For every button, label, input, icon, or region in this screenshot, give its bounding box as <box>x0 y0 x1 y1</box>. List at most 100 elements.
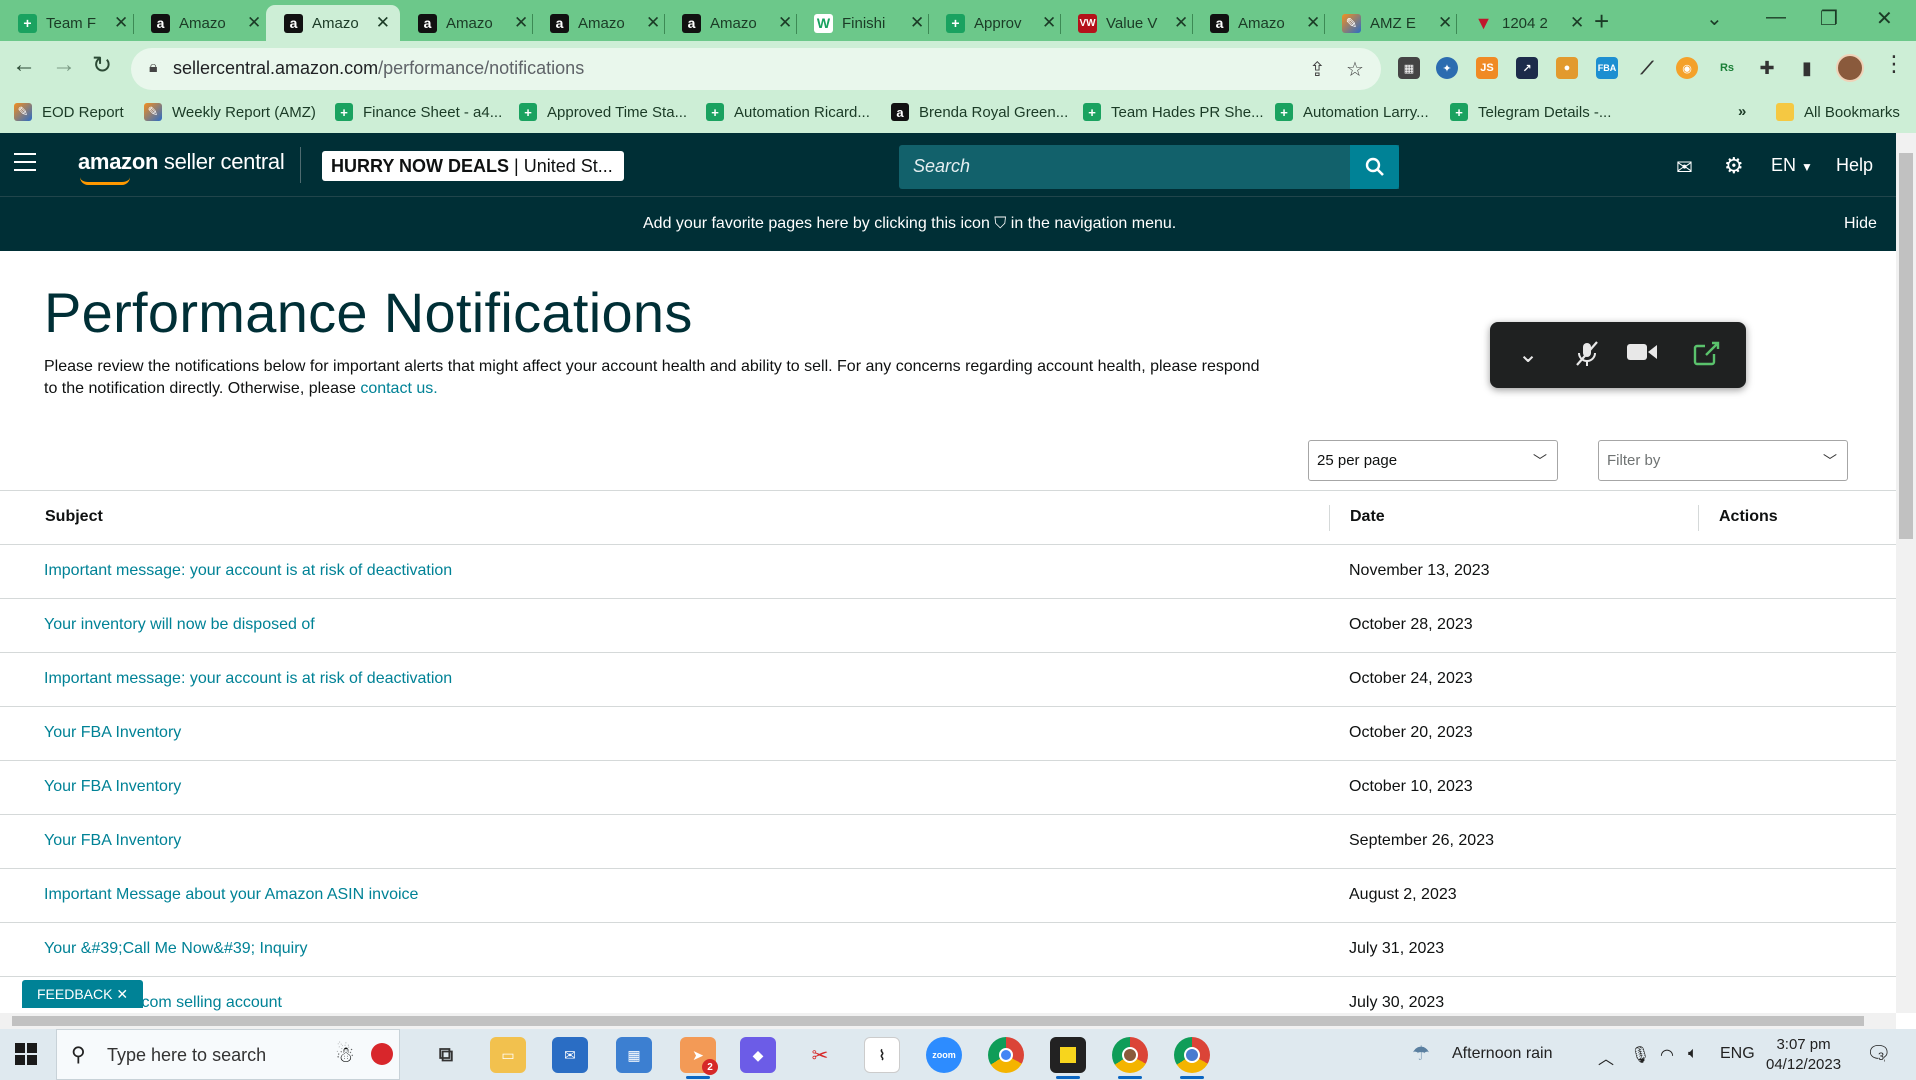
taskbar-search-box[interactable]: ⚲ Type here to search ☃ <box>56 1029 400 1080</box>
activity-app-icon[interactable]: ⌇ <box>864 1037 900 1073</box>
microphone-icon[interactable]: 🎙︎ <box>1630 1045 1650 1065</box>
input-language[interactable]: ENG <box>1720 1045 1755 1063</box>
reload-button[interactable]: ↻ <box>92 51 112 80</box>
rs-extension-icon[interactable]: Rs <box>1716 57 1738 79</box>
vertical-scrollbar[interactable] <box>1896 133 1916 1013</box>
mail-icon[interactable]: ✉ <box>1676 155 1693 180</box>
qr-extension-icon[interactable]: ▦ <box>1398 57 1420 79</box>
collapse-chevron-icon[interactable]: ⌄ <box>1518 340 1538 369</box>
extension-icon[interactable]: ✦ <box>1436 57 1458 79</box>
sticky-notes-icon[interactable] <box>1050 1037 1086 1079</box>
bookmark-item[interactable]: + Approved Time Sta... <box>519 103 687 121</box>
tray-overflow-chevron-icon[interactable]: ︿ <box>1598 1045 1614 1069</box>
close-icon[interactable]: ✕ <box>514 13 528 33</box>
seller-central-logo[interactable]: amazon seller central <box>78 149 285 175</box>
browser-tab[interactable]: + Approv ✕ <box>928 5 1066 41</box>
settings-gear-icon[interactable]: ⚙ <box>1724 153 1744 179</box>
help-link[interactable]: Help <box>1836 155 1873 176</box>
chart-extension-icon[interactable]: ↗ <box>1516 57 1538 79</box>
per-page-select[interactable]: 25 per page ﹀ <box>1308 440 1558 481</box>
search-input[interactable]: Search <box>899 145 1399 189</box>
extension-icon[interactable]: ⟋ <box>1636 57 1658 79</box>
task-view-icon[interactable]: ⧉ <box>428 1037 464 1073</box>
js-extension-icon[interactable]: JS <box>1476 57 1498 79</box>
volume-icon[interactable]: 🔈︎ <box>1688 1045 1698 1063</box>
close-icon[interactable]: ✕ <box>1306 13 1320 33</box>
horizontal-scrollbar[interactable] <box>0 1013 1896 1029</box>
close-icon[interactable]: ✕ <box>114 13 128 33</box>
close-icon[interactable]: ✕ <box>247 13 261 33</box>
scrollbar-thumb[interactable] <box>1899 153 1913 539</box>
chrome-profile-icon[interactable] <box>1112 1037 1148 1079</box>
bookmark-item[interactable]: ✎ Weekly Report (AMZ) <box>144 103 316 121</box>
bookmark-item[interactable]: a Brenda Royal Green... <box>891 103 1068 121</box>
chrome-icon[interactable] <box>988 1037 1024 1073</box>
share-icon[interactable]: ⇪ <box>1309 57 1326 82</box>
address-bar[interactable]: 🔒︎ sellercentral.amazon.com/performance/… <box>131 48 1381 90</box>
browser-tab[interactable]: VW Value V ✕ <box>1060 5 1198 41</box>
notification-subject-link[interactable]: Your FBA Inventory <box>44 778 181 796</box>
weather-icon[interactable]: ☂ <box>1412 1041 1430 1066</box>
file-explorer-icon[interactable]: ▭ <box>490 1037 526 1073</box>
close-icon[interactable]: ✕ <box>376 13 390 33</box>
bookmark-item[interactable]: + Team Hades PR She... <box>1083 103 1264 121</box>
browser-tab[interactable]: W Finishi ✕ <box>796 5 934 41</box>
notification-subject-link[interactable]: .com selling account <box>137 994 282 1012</box>
scrollbar-thumb[interactable] <box>12 1016 1864 1026</box>
browser-tab[interactable]: ▼ 1204 2 ✕ <box>1456 5 1594 41</box>
bookmark-star-icon[interactable]: ☆ <box>1346 57 1364 82</box>
share-screen-icon[interactable] <box>1692 340 1720 373</box>
extensions-puzzle-icon[interactable]: ✚ <box>1756 57 1778 79</box>
bookmark-item[interactable]: ✎ EOD Report <box>14 103 124 121</box>
profile-avatar[interactable] <box>1836 54 1864 82</box>
extension-icon[interactable]: ● <box>1556 57 1578 79</box>
notification-subject-link[interactable]: Important message: your account is at ri… <box>44 562 452 580</box>
browser-tab-active[interactable]: a Amazo ✕ <box>266 5 400 41</box>
bookmark-item[interactable]: + Telegram Details -... <box>1450 103 1611 121</box>
wifi-icon[interactable]: ◠ <box>1660 1045 1674 1065</box>
mail-app-icon[interactable]: ✉ <box>552 1037 588 1073</box>
browser-tab[interactable]: a Amazo ✕ <box>532 5 670 41</box>
browser-tab[interactable]: a Amazo ✕ <box>133 5 271 41</box>
close-icon[interactable]: ✕ <box>910 13 924 33</box>
fba-extension-icon[interactable]: FBA <box>1596 57 1618 79</box>
copilot-icon[interactable]: ◆ <box>740 1037 776 1073</box>
tab-search-chevron-icon[interactable]: ⌄ <box>1706 6 1723 31</box>
system-clock[interactable]: 3:07 pm 04/12/2023 <box>1766 1035 1841 1075</box>
windows-start-icon[interactable] <box>15 1043 37 1065</box>
zoom-icon[interactable]: zoom <box>926 1037 962 1073</box>
close-icon[interactable]: ✕ <box>1174 13 1188 33</box>
new-tab-button[interactable]: + <box>1594 6 1609 37</box>
forward-button[interactable]: → <box>52 51 76 79</box>
close-window-button[interactable]: ✕ <box>1876 6 1893 31</box>
close-icon[interactable]: ✕ <box>1438 13 1452 33</box>
video-camera-icon[interactable] <box>1626 340 1658 371</box>
close-icon[interactable]: ✕ <box>778 13 792 33</box>
browser-tab[interactable]: a Amazo ✕ <box>664 5 802 41</box>
calculator-icon[interactable]: ▦ <box>616 1037 652 1073</box>
side-panel-icon[interactable]: ▮ <box>1796 57 1818 79</box>
browser-tab[interactable]: a Amazo ✕ <box>1192 5 1330 41</box>
extension-icon[interactable]: ◉ <box>1676 57 1698 79</box>
minimize-button[interactable]: — <box>1766 6 1786 29</box>
menu-hamburger-icon[interactable] <box>14 153 36 177</box>
mic-muted-icon[interactable] <box>1574 340 1600 375</box>
weather-text[interactable]: Afternoon rain <box>1452 1045 1553 1063</box>
snipping-tool-icon[interactable]: ✂ <box>802 1037 838 1073</box>
telegram-icon[interactable]: ➤ 2 <box>680 1037 718 1079</box>
close-icon[interactable]: ✕ <box>646 13 660 33</box>
chrome-profile-icon[interactable] <box>1174 1037 1210 1079</box>
notification-subject-link[interactable]: Important Message about your Amazon ASIN… <box>44 886 418 904</box>
notification-subject-link[interactable]: Your FBA Inventory <box>44 724 181 742</box>
browser-tab[interactable]: + Team F ✕ <box>0 5 138 41</box>
notification-subject-link[interactable]: Important message: your account is at ri… <box>44 670 452 688</box>
store-switcher[interactable]: HURRY NOW DEALS | United St... <box>322 151 624 181</box>
browser-menu-icon[interactable]: ⋮ <box>1883 51 1905 77</box>
bookmark-item[interactable]: + Automation Ricard... <box>706 103 870 121</box>
browser-tab[interactable]: a Amazo ✕ <box>400 5 538 41</box>
browser-tab[interactable]: ✎ AMZ E ✕ <box>1324 5 1462 41</box>
hide-banner-button[interactable]: Hide <box>1844 215 1877 233</box>
bookmarks-overflow-button[interactable]: » <box>1738 103 1746 120</box>
restore-button[interactable]: ❐ <box>1820 6 1838 31</box>
filter-by-select[interactable]: Filter by ﹀ <box>1598 440 1848 481</box>
